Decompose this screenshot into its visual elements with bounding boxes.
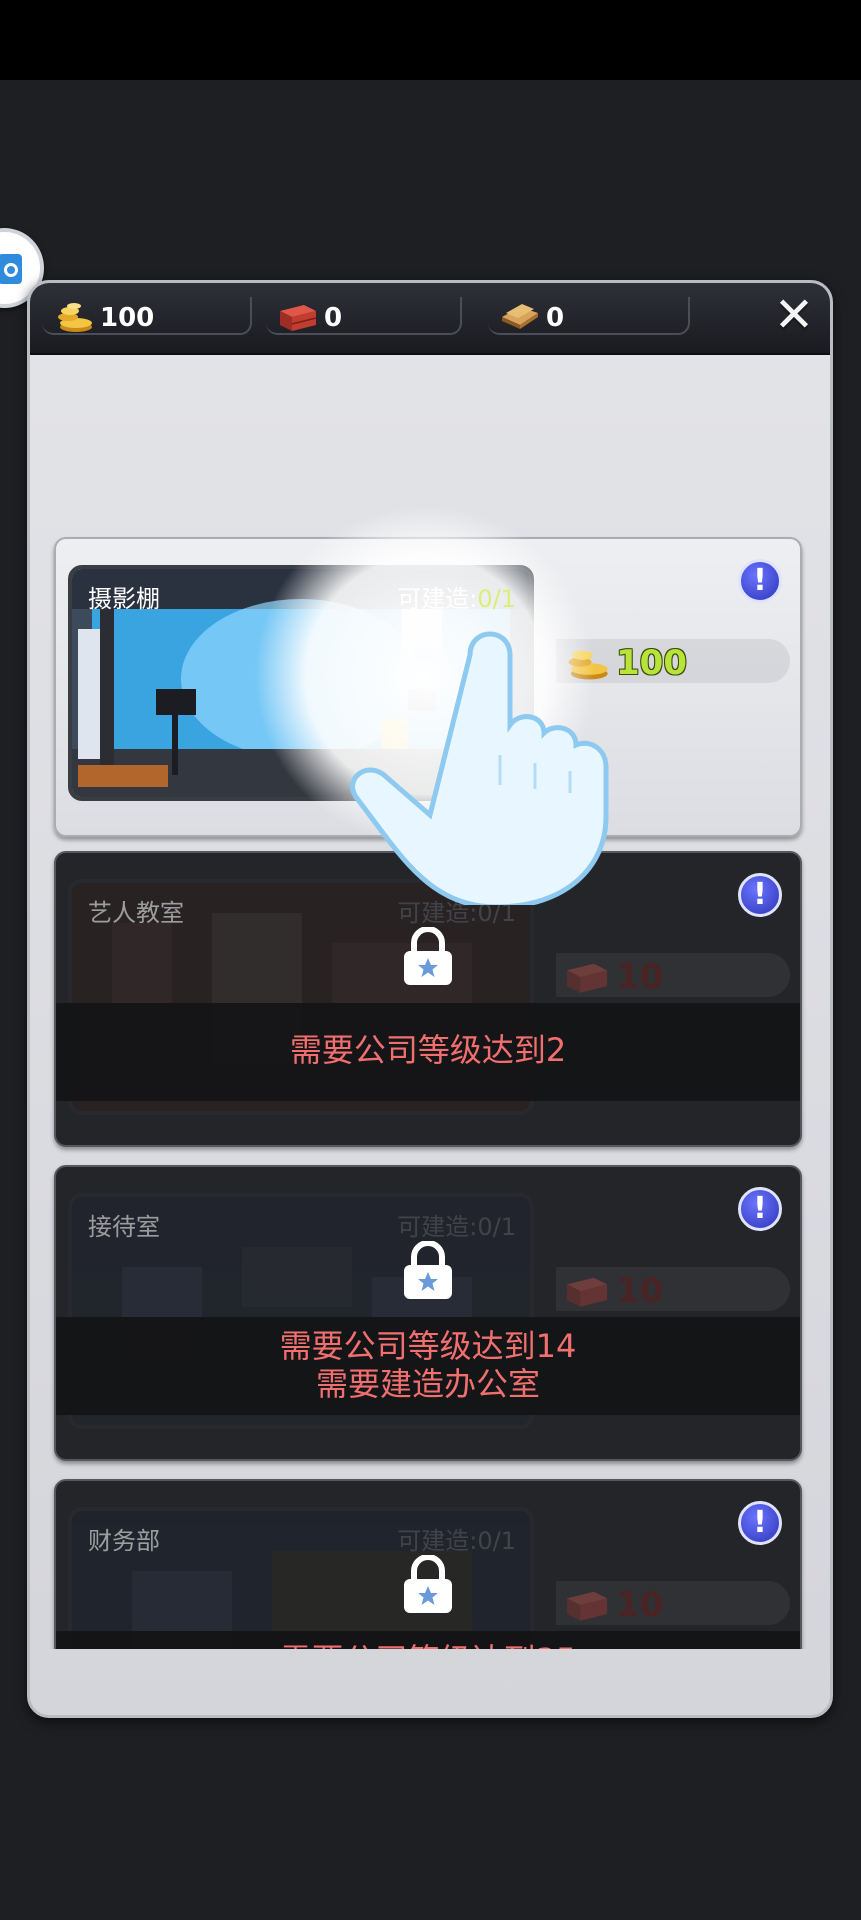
build-panel: 100 0 0 ✕ 摄影棚 可建造:0/1 100 ! 艺人教室 可建造:0/1… bbox=[27, 280, 833, 1718]
build-cost: 10 bbox=[556, 953, 790, 997]
build-quota: 可建造:0/1 bbox=[397, 899, 516, 927]
building-thumbnail[interactable]: 摄影棚 可建造:0/1 bbox=[68, 565, 534, 801]
wood-plank-icon bbox=[502, 304, 538, 329]
info-button[interactable]: ! bbox=[738, 559, 782, 603]
build-quota: 可建造:0/1 bbox=[397, 585, 516, 613]
status-bar bbox=[0, 0, 861, 80]
resource-bar: 100 0 0 ✕ bbox=[30, 283, 830, 355]
red-brick-icon bbox=[566, 963, 608, 993]
building-thumbnail: 财务部 可建造:0/1 bbox=[68, 1507, 534, 1649]
camera-icon bbox=[0, 254, 22, 284]
building-name: 摄影棚 bbox=[88, 585, 160, 613]
red-brick-icon bbox=[566, 1277, 608, 1307]
lock-icon bbox=[404, 927, 452, 985]
brick-value: 0 bbox=[324, 303, 343, 333]
building-card-studio[interactable]: 摄影棚 可建造:0/1 100 ! bbox=[54, 537, 802, 837]
red-brick-icon bbox=[280, 305, 317, 331]
build-quota: 可建造:0/1 bbox=[397, 1527, 516, 1555]
build-cost: 100 bbox=[556, 639, 790, 683]
requirement-text: 需要公司等级达到2 bbox=[289, 1031, 567, 1069]
info-button[interactable]: ! bbox=[738, 1501, 782, 1545]
building-card-reception[interactable]: 接待室 可建造:0/1 10 需要公司等级达到14 需要建造办公室 ! bbox=[54, 1165, 802, 1461]
gold-coins-icon bbox=[568, 650, 608, 680]
lock-requirement-banner: 需要公司等级达到2 bbox=[56, 1003, 800, 1101]
build-cost: 10 bbox=[556, 1267, 790, 1311]
building-name: 接待室 bbox=[88, 1213, 160, 1241]
red-brick-icon bbox=[566, 1591, 608, 1621]
requirement-text: 需要公司等级达到14 bbox=[279, 1327, 577, 1365]
building-list[interactable]: 摄影棚 可建造:0/1 100 ! 艺人教室 可建造:0/1 10 需要公司等级… bbox=[30, 355, 830, 1649]
build-cost: 10 bbox=[556, 1581, 790, 1625]
cost-value: 10 bbox=[616, 1271, 664, 1311]
cost-value: 10 bbox=[616, 957, 664, 997]
building-card-finance[interactable]: 财务部 可建造:0/1 10 需要公司等级达到35 ! bbox=[54, 1479, 802, 1649]
requirement-text: 需要建造办公室 bbox=[315, 1365, 540, 1403]
resource-wood: 0 bbox=[488, 297, 690, 335]
info-button[interactable]: ! bbox=[738, 1187, 782, 1231]
close-button[interactable]: ✕ bbox=[770, 291, 818, 341]
building-name: 艺人教室 bbox=[88, 899, 184, 927]
info-button[interactable]: ! bbox=[738, 873, 782, 917]
build-quota: 可建造:0/1 bbox=[397, 1213, 516, 1241]
resource-brick: 0 bbox=[266, 297, 462, 335]
requirement-text: 需要公司等级达到35 bbox=[56, 1641, 800, 1649]
lock-requirement-banner: 需要公司等级达到14 需要建造办公室 bbox=[56, 1317, 800, 1415]
wood-value: 0 bbox=[546, 303, 565, 333]
resource-gold: 100 bbox=[42, 297, 252, 335]
building-card-artist-classroom[interactable]: 艺人教室 可建造:0/1 10 需要公司等级达到2 ! bbox=[54, 851, 802, 1147]
gold-value: 100 bbox=[100, 303, 155, 333]
cost-value: 10 bbox=[616, 1585, 664, 1625]
building-name: 财务部 bbox=[88, 1527, 160, 1555]
cost-value: 100 bbox=[616, 643, 687, 683]
gold-coins-icon bbox=[58, 303, 92, 332]
lock-icon bbox=[404, 1555, 452, 1613]
lock-requirement-banner: 需要公司等级达到35 bbox=[56, 1631, 800, 1649]
lock-icon bbox=[404, 1241, 452, 1299]
